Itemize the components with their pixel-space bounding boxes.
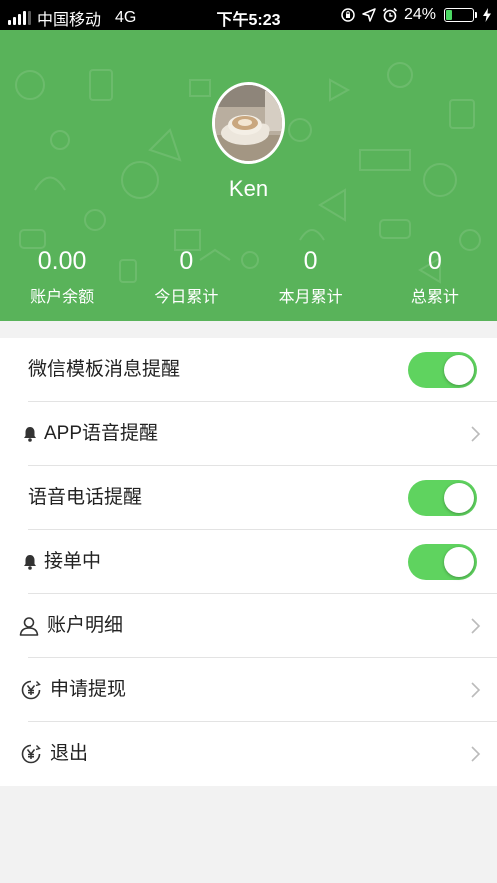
chevron-right-icon xyxy=(471,682,481,698)
row-wechat-template: 微信模板消息提醒 xyxy=(0,338,497,402)
orientation-lock-icon xyxy=(341,8,355,22)
stat-month[interactable]: 0 本月累计 xyxy=(249,246,373,307)
battery-icon xyxy=(444,8,474,22)
stat-value: 0 xyxy=(427,247,442,275)
accepting-orders-toggle[interactable] xyxy=(408,544,477,580)
toggle-knob xyxy=(444,483,474,513)
chevron-right-icon xyxy=(471,618,481,634)
row-accepting-orders: 接单中 xyxy=(0,530,497,594)
row-app-voice[interactable]: APP语音提醒 xyxy=(0,402,497,466)
chevron-right-icon xyxy=(471,746,481,762)
stat-total[interactable]: 0 总累计 xyxy=(373,246,497,307)
stat-label: 总累计 xyxy=(410,289,459,306)
user-icon xyxy=(19,616,39,636)
row-label: 接单中 xyxy=(44,551,102,572)
row-label: APP语音提醒 xyxy=(44,423,159,444)
stat-value: 0.00 xyxy=(37,247,87,275)
stat-balance[interactable]: 0.00 账户余额 xyxy=(0,246,124,307)
toggle-knob xyxy=(444,355,474,385)
row-voice-call: 语音电话提醒 xyxy=(0,466,497,530)
row-withdraw[interactable]: 申请提现 xyxy=(0,658,497,722)
settings-list: 微信模板消息提醒 APP语音提醒 语音电话提醒 接单中 账户明细 申请提现 退出 xyxy=(0,338,497,786)
voice-call-toggle[interactable] xyxy=(408,480,477,516)
stat-value: 0 xyxy=(303,247,318,275)
wechat-template-toggle[interactable] xyxy=(408,352,477,388)
status-right: 24% xyxy=(340,6,491,24)
bell-icon xyxy=(20,552,40,572)
battery-fill xyxy=(446,10,452,20)
battery-tip xyxy=(475,12,477,18)
battery-percent: 24% xyxy=(403,6,436,23)
stat-value: 0 xyxy=(179,247,194,275)
stat-label: 今日累计 xyxy=(154,289,219,306)
row-label: 微信模板消息提醒 xyxy=(28,359,181,380)
charging-icon xyxy=(483,8,491,22)
avatar[interactable] xyxy=(212,82,285,164)
row-label: 账户明细 xyxy=(47,615,124,636)
bell-icon xyxy=(20,424,40,444)
location-icon xyxy=(362,8,376,22)
row-label: 退出 xyxy=(50,743,89,764)
username: Ken xyxy=(228,176,269,201)
row-account-details[interactable]: 账户明细 xyxy=(0,594,497,658)
stats-row: 0.00 账户余额 0 今日累计 0 本月累计 0 总累计 xyxy=(0,246,497,307)
stat-today[interactable]: 0 今日累计 xyxy=(124,246,248,307)
stat-label: 账户余额 xyxy=(30,289,95,306)
row-label: 申请提现 xyxy=(50,679,127,700)
yen-circle-icon xyxy=(21,680,41,700)
coffee-cup-image xyxy=(215,85,282,161)
toggle-knob xyxy=(444,547,474,577)
profile-header: Ken 0.00 账户余额 0 今日累计 0 本月累计 0 总累计 xyxy=(0,30,497,321)
chevron-right-icon xyxy=(471,426,481,442)
alarm-icon xyxy=(382,7,398,23)
row-logout[interactable]: 退出 xyxy=(0,722,497,786)
stat-label: 本月累计 xyxy=(278,289,343,306)
yen-circle-icon xyxy=(21,744,41,764)
status-bar: 中国移动 4G 下午5:23 24% xyxy=(0,0,497,30)
row-label: 语音电话提醒 xyxy=(28,487,143,508)
